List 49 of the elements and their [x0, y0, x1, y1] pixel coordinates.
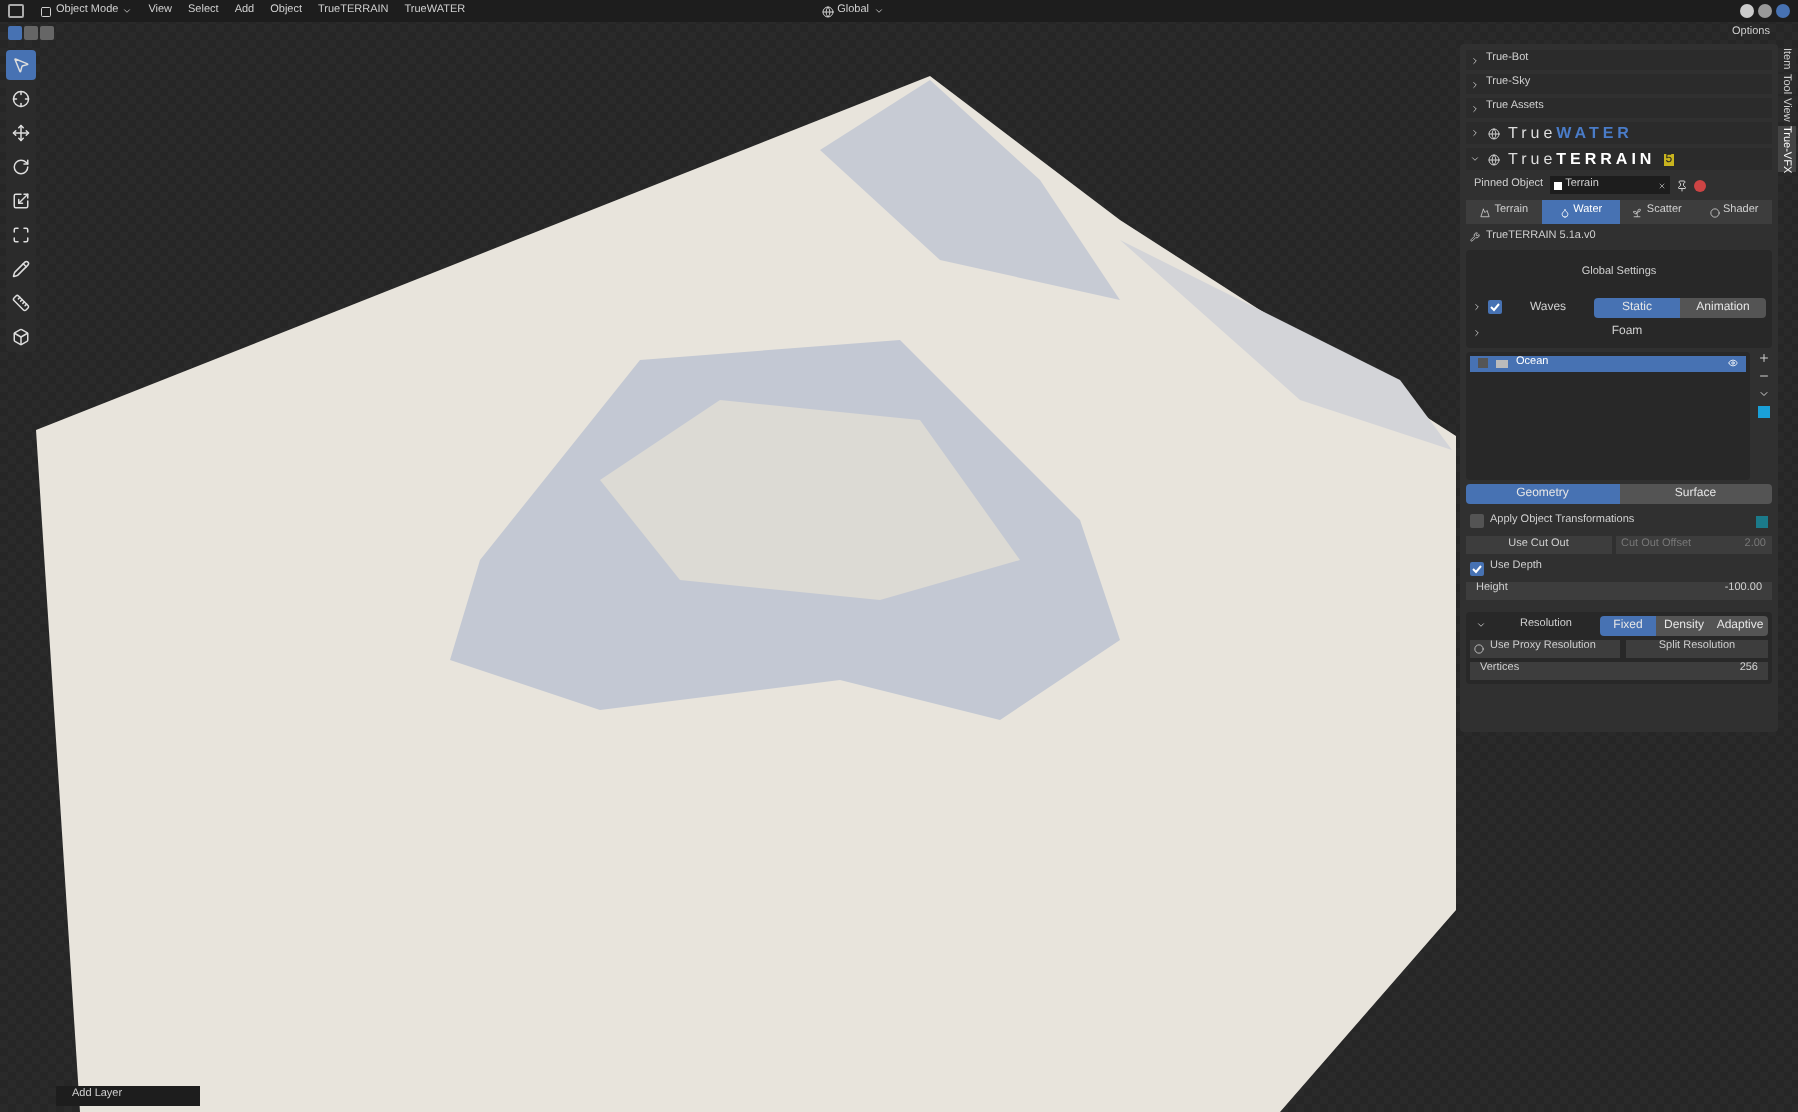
chevron-icon [1470, 154, 1480, 164]
globe-icon [1488, 153, 1500, 165]
caret-icon[interactable] [1758, 387, 1770, 399]
target-tool[interactable] [6, 84, 36, 114]
remove-icon[interactable] [1758, 369, 1770, 381]
caret-icon [122, 6, 133, 16]
checkbox[interactable] [1470, 514, 1484, 528]
object-icon [40, 5, 52, 17]
pin-icon[interactable] [1675, 179, 1688, 191]
caret-icon [873, 6, 884, 16]
editor-type-icon[interactable] [8, 4, 24, 18]
target-icon [12, 90, 30, 108]
layer-type-icon [1496, 359, 1508, 367]
object-icon [1553, 181, 1562, 189]
cursor-tool[interactable] [6, 50, 36, 80]
chevron-icon [1470, 128, 1480, 138]
checkbox[interactable] [1488, 300, 1502, 314]
move-icon [12, 124, 30, 142]
circle-icon [1474, 643, 1484, 653]
cursor-icon [12, 56, 30, 74]
droplet-icon [1559, 207, 1570, 217]
chevron-icon[interactable] [1472, 302, 1482, 312]
brand-section[interactable]: True WATER [1466, 122, 1772, 144]
chevron-icon [1470, 79, 1480, 89]
shading-render-icon[interactable] [1776, 4, 1790, 18]
transform-icon [12, 226, 30, 244]
chevron-icon[interactable] [1476, 620, 1486, 630]
measure-icon [12, 294, 30, 312]
globe-icon [1488, 127, 1500, 139]
mountain-icon [1480, 207, 1491, 217]
wrench-icon [1470, 232, 1480, 242]
annotate-icon [12, 260, 30, 278]
scale-icon [12, 192, 30, 210]
rotate-icon [12, 158, 30, 176]
shading-solid-icon[interactable] [1740, 4, 1754, 18]
chevron-icon [1470, 103, 1480, 113]
checkbox[interactable] [1470, 561, 1484, 575]
add-icon[interactable] [1758, 351, 1770, 363]
cube-icon [12, 328, 30, 346]
toggle-square[interactable] [1756, 515, 1768, 527]
color-swatch[interactable] [1758, 405, 1770, 417]
sprout-icon [1632, 207, 1643, 217]
globe-icon [821, 5, 834, 17]
chevron-icon [1470, 55, 1480, 65]
shading-material-icon[interactable] [1758, 4, 1772, 18]
chevron-icon[interactable] [1472, 327, 1482, 337]
layer-checkbox[interactable] [1478, 358, 1488, 368]
eye-icon[interactable] [1728, 358, 1738, 368]
circle-icon [1709, 207, 1719, 217]
